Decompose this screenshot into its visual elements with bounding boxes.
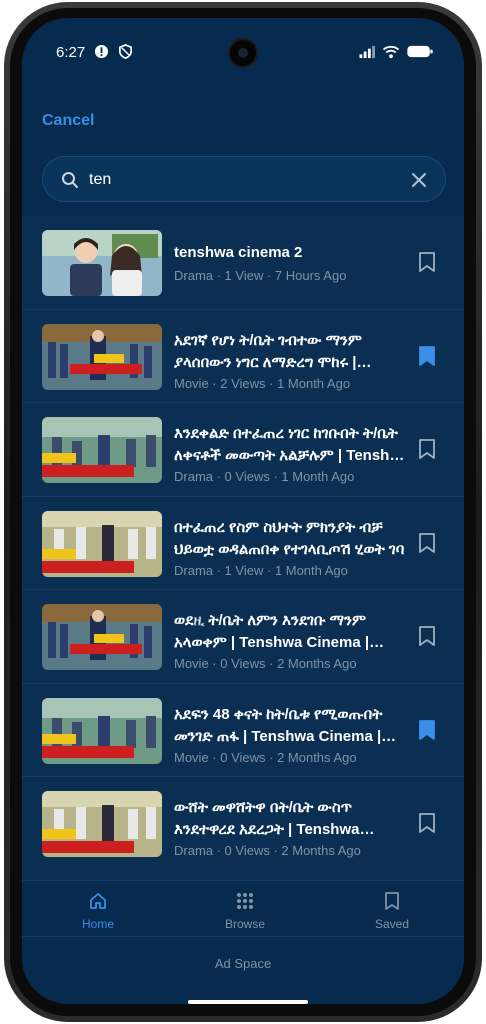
nav-home[interactable]: Home — [53, 891, 143, 931]
result-meta: Drama · 1 View · 1 Month Ago — [174, 562, 348, 578]
result-thumbnail — [42, 323, 162, 390]
result-thumbnail — [42, 791, 162, 857]
signal-icon — [359, 45, 375, 59]
result-thumbnail — [42, 697, 162, 764]
bookmark-icon — [385, 892, 399, 910]
battery-icon — [407, 45, 433, 58]
result-thumbnail — [42, 604, 162, 670]
result-row[interactable]: ወደዚ ት/ቤት ለምን እንደገቡ ማንም አላወቀም | Tenshwa C… — [22, 590, 464, 684]
result-row[interactable]: tenshwa cinema 2 Drama · 1 View · 7 Hour… — [22, 216, 464, 310]
nav-saved[interactable]: Saved — [347, 891, 437, 931]
screen: 6:27 Cancel ten tenshwa cinema 2 Drama ·… — [22, 18, 464, 1004]
result-row[interactable]: ውሸት መዋሸትዋ በት/ቤት ውስጥ እንደተዋረደ አደረጋት | Tens… — [22, 777, 464, 871]
search-results-list: tenshwa cinema 2 Drama · 1 View · 7 Hour… — [22, 216, 464, 880]
cancel-button[interactable]: Cancel — [42, 112, 94, 130]
result-row[interactable]: አደፍን 48 ቀናት ከት/ቤቱ የሚወጡበት መንገድ ጠፋ | Tensh… — [22, 684, 464, 777]
result-title: ወደዚ ት/ቤት ለምን እንደገቡ ማንም አላወቀም | Tenshwa C… — [174, 612, 370, 651]
result-meta: Drama · 1 View · 7 Hours Ago — [174, 268, 347, 283]
search-input[interactable] — [89, 165, 399, 195]
result-title: አደገኛ የሆነ ት/ቤት ገብተው ማንም ያላሰበውን ነግር ለማድረግ … — [174, 331, 362, 371]
result-title: tenshwa cinema 2 — [174, 244, 303, 261]
result-meta: Movie · 0 Views · 2 Months Ago — [174, 656, 357, 671]
grid-icon — [237, 893, 253, 909]
home-icon — [90, 893, 106, 909]
result-meta: Movie · 0 Views · 2 Months Ago — [174, 749, 357, 765]
alert-icon — [94, 44, 109, 59]
bookmark-icon[interactable] — [418, 532, 436, 553]
result-title: እንደቀልድ በተፈጠረ ነገር ከገቡበት ት/ቤት ለቀናቶች መውጣት አ… — [174, 425, 410, 464]
result-row[interactable]: አደገኛ የሆነ ት/ቤት ገብተው ማንም ያላሰበውን ነግር ለማድረግ … — [22, 310, 464, 403]
nav-saved-label: Saved — [374, 917, 410, 931]
bookmark-filled-icon[interactable] — [418, 719, 436, 740]
front-camera — [228, 38, 258, 68]
bookmark-filled-icon[interactable] — [418, 345, 436, 366]
bookmark-icon[interactable] — [418, 813, 436, 833]
bookmark-icon[interactable] — [418, 252, 436, 272]
result-meta: Movie · 2 Views · 1 Month Ago — [174, 375, 351, 391]
bookmark-icon[interactable] — [418, 439, 436, 459]
status-bar: 6:27 — [22, 18, 464, 82]
wifi-icon — [382, 45, 400, 59]
phone-bezel: 6:27 Cancel ten tenshwa cinema 2 Drama ·… — [10, 8, 476, 1016]
result-meta: Drama · 0 Views · 2 Months Ago — [174, 843, 361, 858]
result-thumbnail — [42, 417, 162, 483]
phone-frame: 6:27 Cancel ten tenshwa cinema 2 Drama ·… — [4, 2, 482, 1022]
shield-icon — [119, 44, 132, 59]
nav-home-label: Home — [81, 917, 114, 931]
result-thumbnail — [42, 510, 162, 577]
result-row[interactable]: እንደቀልድ በተፈጠረ ነገር ከገቡበት ት/ቤት ለቀናቶች መውጣት አ… — [22, 403, 464, 497]
search-icon — [62, 172, 78, 188]
bottom-nav: Home Browse Saved — [22, 880, 464, 936]
result-title: ውሸት መዋሸትዋ በት/ቤት ውስጥ እንደተዋረደ አደረጋት | Tens… — [174, 799, 360, 838]
result-meta: Drama · 0 Views · 1 Month Ago — [174, 469, 355, 484]
clear-search-icon[interactable] — [411, 172, 427, 188]
search-bar[interactable] — [42, 156, 446, 202]
ad-space: Ad Space — [22, 936, 464, 990]
result-row[interactable]: በተፈጠረ የስም ስህተት ምክንያት ብቻ ህይወቷ ወዳልጠበቀ የተገላ… — [22, 497, 464, 590]
result-thumbnail — [42, 230, 162, 296]
nav-browse[interactable]: Browse — [200, 891, 290, 931]
home-indicator[interactable] — [188, 1000, 308, 1004]
status-time: 6:27 — [56, 44, 86, 61]
nav-browse-label: Browse — [224, 917, 265, 931]
result-title: አደፍን 48 ቀናት ከት/ቤቱ የሚወጡበት መንገድ ጠፋ | Tensh… — [174, 705, 383, 745]
result-title: በተፈጠረ የስም ስህተት ምክንያት ብቻ ህይወቷ ወዳልጠበቀ የተገላ… — [174, 518, 405, 558]
bookmark-icon[interactable] — [418, 626, 436, 646]
